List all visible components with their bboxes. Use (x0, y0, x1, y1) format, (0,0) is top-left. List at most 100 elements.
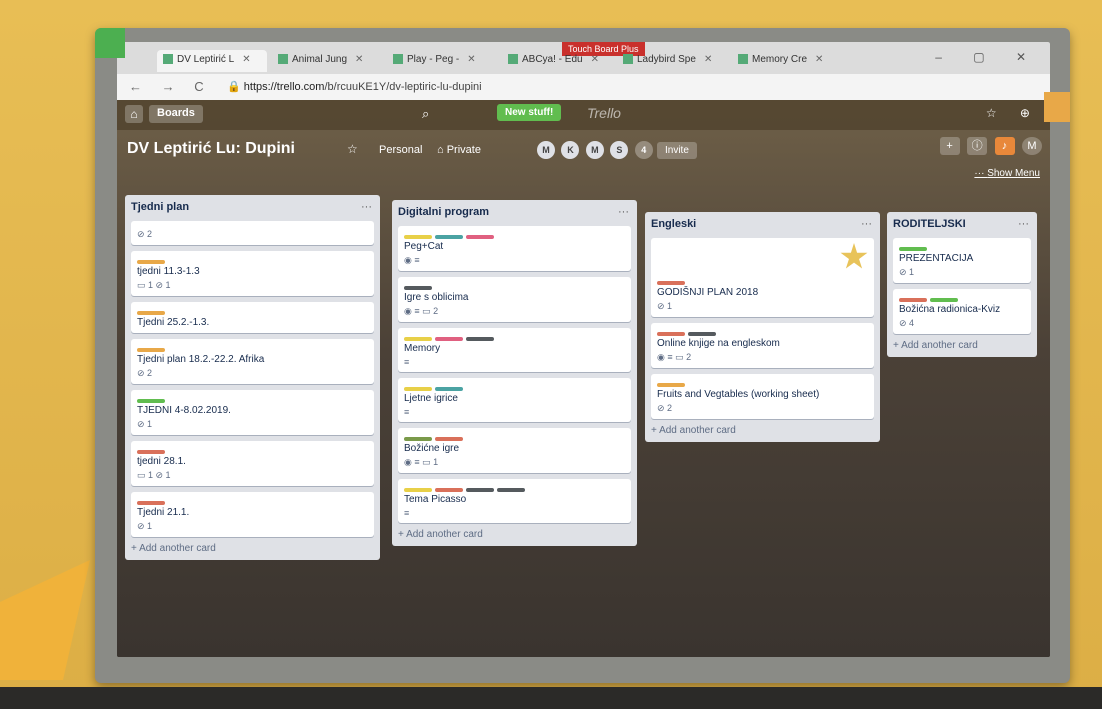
card[interactable]: Božićne igre ◉ ≡ ▭ 1 (398, 428, 631, 473)
tab-label: Memory Cre (752, 54, 808, 65)
card-label (435, 387, 463, 391)
card-label (137, 311, 165, 315)
card[interactable]: Ljetne igrice ≡ (398, 378, 631, 422)
tab-close-icon[interactable]: ✕ (242, 54, 250, 65)
browser-tab[interactable]: Ladybird Spe ✕ (617, 50, 727, 72)
personal-button[interactable]: Personal (379, 144, 422, 156)
header-icons[interactable]: ☆ ⊕ (986, 106, 1040, 120)
card-label (137, 450, 165, 454)
card-badges: ≡ (404, 407, 410, 417)
list-menu-icon[interactable]: ··· (361, 201, 372, 213)
tab-close-icon[interactable]: ✕ (467, 54, 475, 65)
invite-button[interactable]: Invite (657, 142, 697, 159)
list-menu-icon[interactable]: ··· (861, 218, 872, 230)
info-icon[interactable]: ⓘ (967, 137, 988, 155)
avatar[interactable]: K (561, 141, 580, 159)
card-title: TJEDNI 4-8.02.2019. (137, 405, 231, 416)
card-title: Memory (404, 343, 441, 354)
add-icon[interactable]: + (939, 137, 960, 155)
card[interactable]: tjedni 28.1. ▭ 1 ⊘ 1 (131, 441, 374, 486)
card-title: Božićne igre (404, 443, 460, 454)
nav-buttons-icon[interactable]: ← → C (129, 79, 212, 94)
list-menu-icon[interactable]: ··· (618, 206, 629, 218)
card[interactable]: TJEDNI 4-8.02.2019. ⊘ 1 (131, 390, 374, 435)
card-badges: ⊘ 1 (137, 521, 153, 531)
avatar[interactable]: S (610, 141, 629, 159)
tab-label: ABCya! - Edu (522, 54, 583, 65)
tab-close-icon[interactable]: ✕ (815, 54, 823, 65)
avatar[interactable]: M (585, 141, 604, 159)
card[interactable]: Božićna radionica-Kviz ⊘ 4 (893, 289, 1031, 334)
card[interactable]: Fruits and Vegtables (working sheet) ⊘ 2 (651, 374, 874, 419)
member-count-badge[interactable]: 4 (634, 141, 653, 159)
card-labels (137, 446, 368, 454)
card[interactable]: Tema Picasso ≡ (398, 479, 631, 523)
card-label (404, 387, 432, 391)
card-title: Božićna radionica-Kviz (899, 304, 1001, 315)
card-label (930, 298, 958, 302)
tab-label: Animal Jung (292, 54, 348, 65)
header-right-buttons: + ⓘ ♪ M (937, 136, 1042, 155)
list-title[interactable]: Engleski (651, 218, 874, 238)
browser-tab[interactable]: Memory Cre ✕ (732, 50, 842, 72)
add-card-button[interactable]: + Add another card (131, 543, 374, 554)
card[interactable]: Tjedni 21.1. ⊘ 1 (131, 492, 374, 537)
browser-tab[interactable]: Play - Peg - ✕ (387, 50, 497, 72)
show-menu-link[interactable]: ··· Show Menu (974, 168, 1040, 179)
add-card-button[interactable]: + Add another card (893, 340, 1031, 351)
card-label (688, 332, 716, 336)
tab-favicon-icon (508, 54, 518, 65)
frame-corner-green (95, 28, 125, 58)
url-field[interactable]: 🔒 https://trello.com/b/rcuuKE1Y/dv-lepti… (227, 80, 482, 93)
card-badges: ◉ ≡ ▭ 2 (404, 306, 439, 316)
star-icon[interactable]: ☆ (347, 142, 358, 156)
card-badges: ≡ (404, 357, 410, 367)
private-button[interactable]: ⌂ Private (437, 144, 481, 156)
card[interactable]: Online knjige na engleskom ◉ ≡ ▭ 2 (651, 323, 874, 368)
user-avatar[interactable]: M (1022, 137, 1042, 155)
card-badges: ≡ (404, 508, 410, 518)
card[interactable]: Tjedni 25.2.-1.3. (131, 302, 374, 333)
card[interactable]: tjedni 11.3-1.3 ▭ 1 ⊘ 1 (131, 251, 374, 296)
home-icon[interactable]: ⌂ (125, 105, 143, 123)
window-controls[interactable]: – ▢ ✕ (935, 50, 1040, 64)
card[interactable]: Tjedni plan 18.2.-22.2. Afrika ⊘ 2 (131, 339, 374, 384)
address-bar[interactable]: ← → C 🔒 https://trello.com/b/rcuuKE1Y/dv… (117, 74, 1050, 100)
list-3: Engleski ··· GODIŠNJI PLAN 2018 ⊘ 1 Online k… (645, 212, 880, 442)
card[interactable]: Igre s oblicima ◉ ≡ ▭ 2 (398, 277, 631, 322)
browser-tab[interactable]: Animal Jung ✕ (272, 50, 382, 72)
card[interactable]: ⊘ 2 (131, 221, 374, 245)
avatar[interactable]: M (537, 141, 555, 159)
search-icon[interactable]: ⌕ (422, 106, 429, 122)
card-labels (899, 294, 1025, 302)
card[interactable]: GODIŠNJI PLAN 2018 ⊘ 1 (651, 238, 874, 317)
list-menu-icon[interactable]: ··· (1018, 218, 1029, 230)
card-labels (657, 328, 868, 336)
card[interactable]: PREZENTACIJA ⊘ 1 (893, 238, 1031, 283)
notification-bell-icon[interactable]: ♪ (994, 137, 1015, 155)
browser-tab[interactable]: ABCya! - Edu ✕ (502, 50, 612, 72)
new-stuff-button[interactable]: New stuff! (497, 104, 562, 121)
card-label (466, 488, 494, 492)
tab-label: DV Leptirić L (177, 54, 235, 65)
add-card-button[interactable]: + Add another card (651, 425, 874, 436)
card[interactable]: Peg+Cat ◉ ≡ (398, 226, 631, 271)
list-title[interactable]: RODITELJSKI (893, 218, 1031, 238)
card-labels (404, 333, 625, 341)
add-card-button[interactable]: + Add another card (398, 529, 631, 540)
tab-close-icon[interactable]: ✕ (591, 54, 599, 65)
board-title[interactable]: DV Leptirić Lu: Dupini (127, 140, 295, 158)
tab-close-icon[interactable]: ✕ (355, 54, 363, 65)
browser-tab[interactable]: DV Leptirić L ✕ (157, 50, 267, 72)
card-badges: ◉ ≡ ▭ 1 (404, 457, 439, 467)
card-labels (137, 395, 368, 403)
list-title[interactable]: Tjedni plan (131, 201, 374, 221)
card-label (404, 337, 432, 341)
card-label (435, 337, 463, 341)
list-title[interactable]: Digitalni program (398, 206, 631, 226)
card[interactable]: Memory ≡ (398, 328, 631, 372)
card-title: Tjedni 21.1. (137, 507, 190, 518)
boards-button[interactable]: Boards (149, 105, 203, 123)
card-labels (404, 433, 625, 441)
tab-close-icon[interactable]: ✕ (704, 54, 712, 65)
